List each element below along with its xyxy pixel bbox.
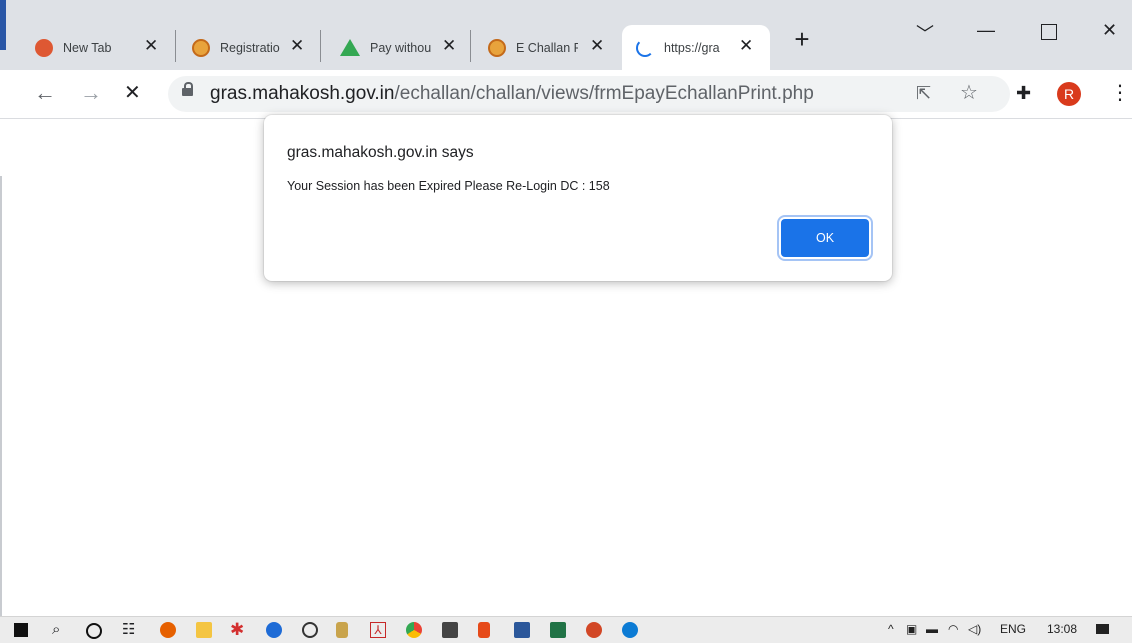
app-icon[interactable] bbox=[442, 622, 458, 638]
tab-label: Registratio bbox=[220, 40, 280, 55]
tab-pay-without[interactable]: Pay withou ✕ bbox=[340, 25, 470, 70]
battery-icon[interactable]: ▬ bbox=[926, 622, 938, 636]
close-icon[interactable]: ✕ bbox=[144, 36, 158, 56]
bookmark-star-icon[interactable]: ☆ bbox=[960, 80, 978, 106]
alert-dialog: gras.mahakosh.gov.in says Your Session h… bbox=[264, 115, 892, 281]
tab-label: New Tab bbox=[63, 40, 112, 55]
tab-label: Pay withou bbox=[370, 40, 432, 55]
lock-icon bbox=[182, 82, 193, 96]
firefox-icon[interactable] bbox=[160, 622, 176, 638]
url-text[interactable]: gras.mahakosh.gov.in/echallan/challan/vi… bbox=[210, 82, 814, 106]
profile-avatar[interactable]: R bbox=[1057, 82, 1081, 106]
excel-icon[interactable] bbox=[550, 622, 566, 638]
close-window-button[interactable]: ✕ bbox=[1102, 20, 1117, 41]
app-icon[interactable]: ✱ bbox=[230, 621, 246, 638]
notification-icon[interactable] bbox=[1096, 624, 1109, 634]
address-bar[interactable]: gras.mahakosh.gov.in/echallan/challan/vi… bbox=[168, 76, 1010, 112]
app-icon[interactable] bbox=[336, 622, 348, 638]
new-tab-button[interactable]: + bbox=[788, 25, 816, 53]
tab-e-challan[interactable]: E Challan F ✕ bbox=[488, 25, 618, 70]
tray-overflow-icon[interactable]: ^ bbox=[888, 622, 894, 636]
app-icon[interactable] bbox=[302, 622, 318, 638]
forward-button[interactable]: → bbox=[80, 80, 102, 106]
window-edge bbox=[0, 0, 6, 50]
tab-search-icon[interactable]: ﹀ bbox=[916, 20, 934, 46]
clock[interactable]: 13:08 bbox=[1047, 622, 1077, 636]
edge-icon[interactable] bbox=[622, 622, 638, 638]
cortana-icon[interactable] bbox=[86, 623, 102, 639]
close-icon[interactable]: ✕ bbox=[290, 36, 304, 56]
loading-spinner-icon bbox=[636, 38, 654, 57]
tab-registration[interactable]: Registratio ✕ bbox=[192, 25, 322, 70]
wifi-icon[interactable]: ◠ bbox=[948, 622, 958, 636]
back-button[interactable]: ← bbox=[34, 80, 56, 106]
search-icon[interactable]: ⌕ bbox=[52, 622, 68, 638]
close-icon[interactable]: ✕ bbox=[739, 36, 753, 56]
meet-now-icon[interactable]: ▣ bbox=[906, 622, 917, 636]
dialog-message: Your Session has been Expired Please Re-… bbox=[287, 179, 610, 193]
file-explorer-icon[interactable] bbox=[196, 622, 212, 638]
extensions-icon[interactable]: ✚ bbox=[1016, 80, 1031, 106]
language-indicator[interactable]: ENG bbox=[1000, 622, 1026, 636]
share-icon[interactable]: ⇱ bbox=[916, 80, 931, 106]
office-icon[interactable] bbox=[478, 622, 490, 638]
scroll-edge bbox=[0, 176, 2, 616]
close-icon[interactable]: ✕ bbox=[590, 36, 604, 56]
windows-taskbar: ⌕ ☷ ✱ ⅄ ^ ▣ ▬ ◠ ◁) ENG 13:08 bbox=[0, 616, 1132, 643]
github-icon[interactable] bbox=[266, 622, 282, 638]
minimize-button[interactable]: — bbox=[977, 20, 995, 41]
chrome-icon[interactable] bbox=[406, 622, 422, 638]
url-path: /echallan/challan/views/frmEpayEchallanP… bbox=[394, 83, 814, 104]
tab-separator bbox=[470, 30, 471, 62]
maximize-button[interactable] bbox=[1041, 24, 1057, 40]
duckduckgo-icon bbox=[35, 38, 53, 57]
stop-loading-button[interactable]: ✕ bbox=[124, 80, 141, 106]
url-host: gras.mahakosh.gov.in bbox=[210, 83, 395, 104]
tab-separator bbox=[320, 30, 321, 62]
powerpoint-icon[interactable] bbox=[586, 622, 602, 638]
ok-button[interactable]: OK bbox=[781, 219, 869, 257]
tab-label: https://gra bbox=[664, 40, 720, 55]
browser-toolbar: ← → ✕ gras.mahakosh.gov.in/echallan/chal… bbox=[0, 70, 1132, 119]
tab-strip: New Tab ✕ Registratio ✕ Pay withou ✕ E C… bbox=[0, 0, 1132, 70]
windows-start-icon[interactable] bbox=[14, 623, 28, 637]
tab-active-https[interactable]: https://gra ✕ bbox=[622, 25, 770, 70]
tab-new-tab[interactable]: New Tab ✕ bbox=[35, 25, 165, 70]
task-view-icon[interactable]: ☷ bbox=[122, 622, 138, 638]
tab-separator bbox=[175, 30, 176, 62]
tab-label: E Challan F bbox=[516, 40, 578, 55]
acrobat-icon[interactable]: ⅄ bbox=[370, 622, 386, 638]
emblem-icon bbox=[192, 38, 210, 57]
menu-kebab-icon[interactable]: ⋮ bbox=[1110, 80, 1130, 106]
word-icon[interactable] bbox=[514, 622, 530, 638]
volume-icon[interactable]: ◁) bbox=[968, 622, 981, 636]
close-icon[interactable]: ✕ bbox=[442, 36, 456, 56]
dialog-title: gras.mahakosh.gov.in says bbox=[287, 144, 474, 161]
emblem-icon bbox=[488, 38, 506, 57]
google-drive-icon bbox=[340, 39, 360, 56]
